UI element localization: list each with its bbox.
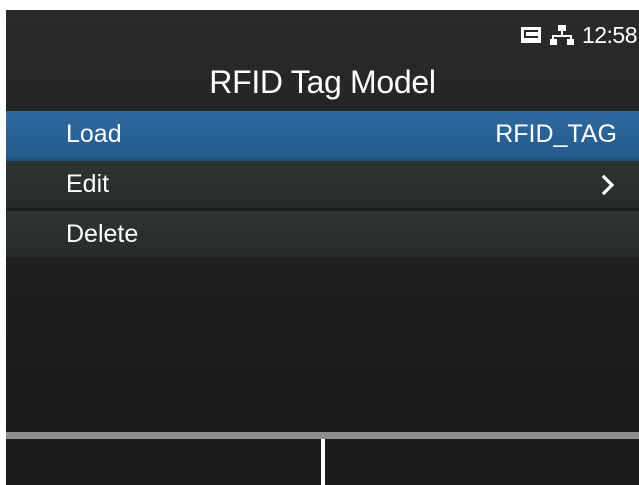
network-icon (549, 24, 574, 46)
menu-item-label: Load (66, 120, 122, 148)
status-bar: 12:58 (520, 21, 638, 48)
menu-item-edit[interactable]: Edit (6, 161, 639, 211)
printer-screen: 12:58 RFID Tag Model Load RFID_TAG Edit … (6, 10, 639, 485)
page-title: RFID Tag Model (209, 64, 436, 100)
chevron-right-icon (601, 174, 615, 196)
softkey-bar (6, 432, 639, 485)
menu-item-load[interactable]: Load RFID_TAG (6, 111, 639, 161)
menu-item-value: RFID_TAG (495, 120, 617, 148)
sd-card-icon (520, 25, 542, 45)
menu-item-delete[interactable]: Delete (6, 211, 639, 261)
menu-item-label: Delete (66, 220, 139, 248)
menu-list: Load RFID_TAG Edit Delete (6, 111, 639, 261)
softkey-left[interactable] (6, 432, 321, 485)
softkey-right[interactable] (324, 432, 639, 485)
menu-item-label: Edit (66, 170, 110, 198)
clock: 12:58 (581, 21, 638, 48)
